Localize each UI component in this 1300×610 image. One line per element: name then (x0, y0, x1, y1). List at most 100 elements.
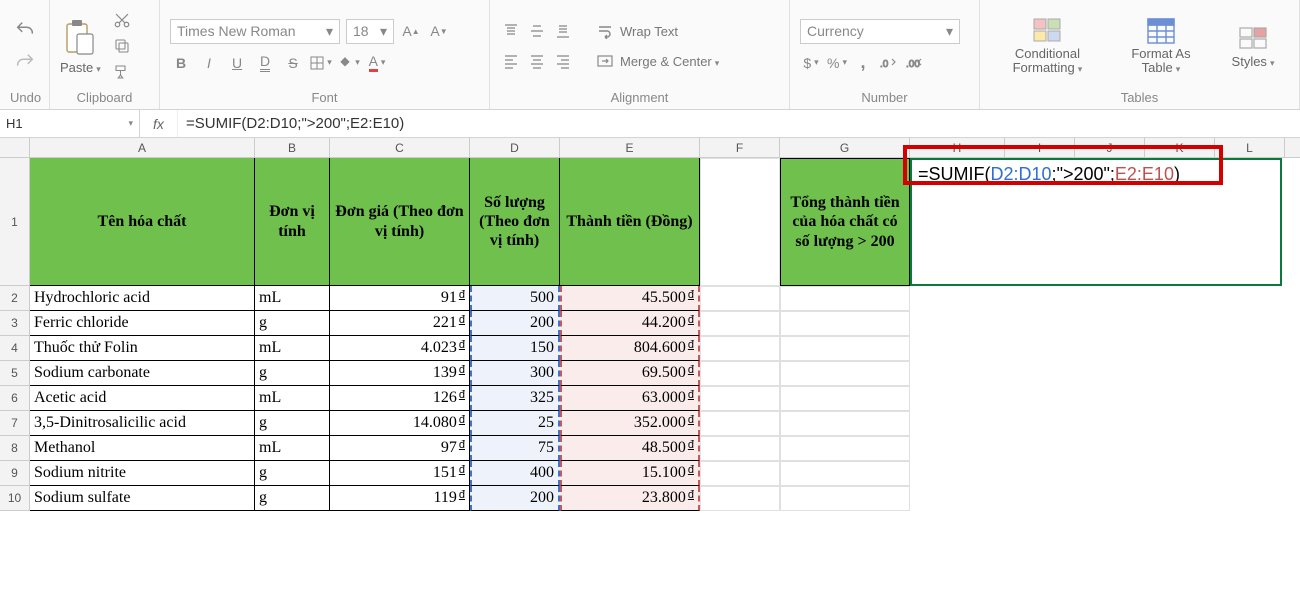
col-header[interactable]: B (255, 138, 330, 157)
row-header[interactable]: 8 (0, 436, 30, 461)
empty-cell[interactable] (780, 461, 910, 486)
merge-center-button[interactable]: Merge & Center (620, 54, 719, 69)
cell[interactable]: Sodium nitrite (30, 461, 255, 486)
cell[interactable]: 14.080 đ (330, 411, 470, 436)
empty-cell[interactable] (780, 311, 910, 336)
cell[interactable]: 150 (470, 336, 560, 361)
cell[interactable]: mL (255, 386, 330, 411)
cell[interactable]: 75 (470, 436, 560, 461)
empty-cell[interactable] (780, 386, 910, 411)
cell[interactable]: 126 đ (330, 386, 470, 411)
cell[interactable]: mL (255, 336, 330, 361)
conditional-formatting-button[interactable]: Conditional Formatting (990, 17, 1105, 76)
styles-button[interactable]: Styles (1217, 24, 1289, 69)
cell[interactable]: 325 (470, 386, 560, 411)
strikethrough-button[interactable]: S (282, 52, 304, 74)
col-header[interactable]: F (700, 138, 780, 157)
cell[interactable]: 63.000 đ (560, 386, 700, 411)
cell[interactable]: 200 (470, 486, 560, 511)
row-header[interactable]: 10 (0, 486, 30, 511)
col-header[interactable]: C (330, 138, 470, 157)
cell[interactable]: mL (255, 436, 330, 461)
empty-cell[interactable] (700, 311, 780, 336)
cell[interactable]: 804.600 đ (560, 336, 700, 361)
cell[interactable]: 352.000 đ (560, 411, 700, 436)
wrap-text-button[interactable]: Wrap Text (620, 24, 678, 39)
increase-decimal-icon[interactable]: .0 (878, 52, 900, 74)
comma-button[interactable]: , (852, 52, 874, 74)
cell[interactable]: 221 đ (330, 311, 470, 336)
header-cell[interactable]: Đơn giá (Theo đơn vị tính) (330, 158, 470, 286)
cell[interactable]: 44.200 đ (560, 311, 700, 336)
cell[interactable]: 300 (470, 361, 560, 386)
cut-icon[interactable] (113, 11, 131, 29)
cell[interactable]: g (255, 411, 330, 436)
row-header[interactable]: 1 (0, 158, 30, 286)
col-header[interactable]: A (30, 138, 255, 157)
number-format-select[interactable]: Currency▾ (800, 19, 960, 44)
row-header[interactable]: 6 (0, 386, 30, 411)
cell[interactable]: g (255, 311, 330, 336)
cell[interactable]: 25 (470, 411, 560, 436)
active-cell-h1[interactable]: =SUMIF(D2:D10;">200";E2:E10) (910, 158, 1282, 286)
format-painter-icon[interactable] (113, 63, 131, 81)
paste-button[interactable]: Paste (60, 18, 101, 75)
cell[interactable]: g (255, 461, 330, 486)
align-right-icon[interactable] (552, 50, 574, 72)
col-header[interactable]: E (560, 138, 700, 157)
summary-label-cell[interactable]: Tổng thành tiền của hóa chất có số lượng… (780, 158, 910, 286)
borders-button[interactable] (310, 52, 332, 74)
empty-cell[interactable] (780, 411, 910, 436)
cell[interactable]: Sodium sulfate (30, 486, 255, 511)
empty-cell[interactable] (700, 336, 780, 361)
bold-button[interactable]: B (170, 52, 192, 74)
header-cell[interactable]: Đơn vị tính (255, 158, 330, 286)
empty-cell[interactable] (700, 158, 780, 286)
cell[interactable]: 48.500 đ (560, 436, 700, 461)
col-header[interactable]: D (470, 138, 560, 157)
empty-cell[interactable] (780, 436, 910, 461)
cell[interactable]: g (255, 361, 330, 386)
cell[interactable]: 45.500 đ (560, 286, 700, 311)
row-header[interactable]: 5 (0, 361, 30, 386)
empty-cell[interactable] (700, 486, 780, 511)
empty-cell[interactable] (780, 361, 910, 386)
col-header[interactable]: I (1005, 138, 1075, 157)
cell[interactable]: Hydrochloric acid (30, 286, 255, 311)
row-header[interactable]: 9 (0, 461, 30, 486)
cell[interactable]: Sodium carbonate (30, 361, 255, 386)
cell[interactable]: 91 đ (330, 286, 470, 311)
col-header[interactable]: K (1145, 138, 1215, 157)
row-header[interactable]: 2 (0, 286, 30, 311)
format-as-table-button[interactable]: Format As Table (1119, 17, 1203, 76)
select-all-corner[interactable] (0, 138, 30, 157)
cell[interactable]: Thuốc thử Folin (30, 336, 255, 361)
copy-icon[interactable] (113, 37, 131, 55)
redo-icon[interactable] (14, 51, 36, 73)
empty-cell[interactable] (700, 461, 780, 486)
undo-icon[interactable] (14, 19, 36, 41)
col-header[interactable]: J (1075, 138, 1145, 157)
cell[interactable]: mL (255, 286, 330, 311)
name-box[interactable]: H1▾ (0, 110, 140, 137)
align-middle-icon[interactable] (526, 20, 548, 42)
cell[interactable]: Ferric chloride (30, 311, 255, 336)
cell[interactable]: 200 (470, 311, 560, 336)
row-header[interactable]: 3 (0, 311, 30, 336)
formula-input[interactable]: =SUMIF(D2:D10;">200";E2:E10) (178, 115, 1300, 132)
underline-button[interactable]: U (226, 52, 248, 74)
row-header[interactable]: 7 (0, 411, 30, 436)
font-name-select[interactable]: Times New Roman▾ (170, 19, 340, 44)
align-center-icon[interactable] (526, 50, 548, 72)
empty-cell[interactable] (700, 286, 780, 311)
cell[interactable]: 151 đ (330, 461, 470, 486)
row-header[interactable]: 4 (0, 336, 30, 361)
col-header[interactable]: G (780, 138, 910, 157)
cell[interactable]: Methanol (30, 436, 255, 461)
cell[interactable]: 500 (470, 286, 560, 311)
italic-button[interactable]: I (198, 52, 220, 74)
font-size-select[interactable]: 18▾ (346, 19, 394, 44)
cell[interactable]: Acetic acid (30, 386, 255, 411)
cell[interactable]: 69.500 đ (560, 361, 700, 386)
cell[interactable]: 400 (470, 461, 560, 486)
